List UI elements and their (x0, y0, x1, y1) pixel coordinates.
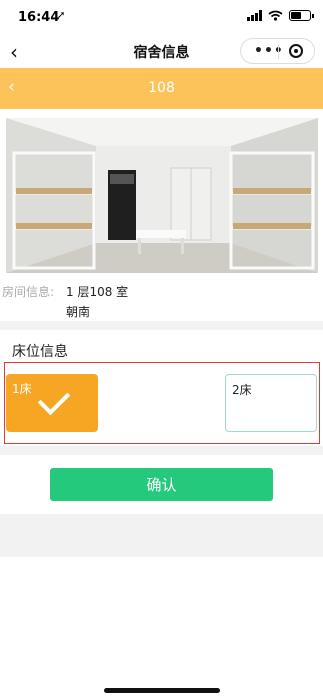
capsule-divider (278, 45, 279, 59)
capsule-menu: ••• (240, 38, 315, 64)
bed-section-title: 床位信息 (12, 344, 68, 360)
signal-icon (247, 10, 262, 21)
nav-bar: ‹ 宿舍信息 ••• (0, 36, 323, 68)
home-indicator (104, 688, 220, 693)
check-icon (37, 382, 71, 416)
location-icon: ➚ (57, 10, 66, 21)
status-time: 16:44 (18, 10, 60, 25)
status-bar: 16:44 ➚ (0, 0, 323, 36)
divider (0, 446, 323, 455)
room-info-floor: 1 层108 室 (66, 285, 129, 299)
footer-band (0, 514, 323, 557)
room-info-label: 房间信息: (2, 285, 55, 299)
battery-icon (289, 10, 314, 21)
more-icon[interactable]: ••• (254, 43, 284, 59)
divider (0, 321, 323, 330)
confirm-button[interactable]: 确认 (50, 468, 273, 501)
bed-option-1[interactable]: 1床 (6, 374, 98, 432)
room-header: ‹ 108 (0, 68, 323, 109)
wifi-icon (268, 10, 283, 21)
target-icon[interactable] (289, 44, 303, 58)
room-number: 108 (148, 80, 175, 96)
room-info-orientation: 朝南 (66, 305, 91, 319)
bed-option-2[interactable]: 2床 (225, 374, 317, 432)
status-icons (247, 10, 314, 21)
bed-option-label: 1床 (12, 382, 32, 396)
room-photo (6, 118, 318, 273)
bed-option-label: 2床 (232, 383, 252, 397)
